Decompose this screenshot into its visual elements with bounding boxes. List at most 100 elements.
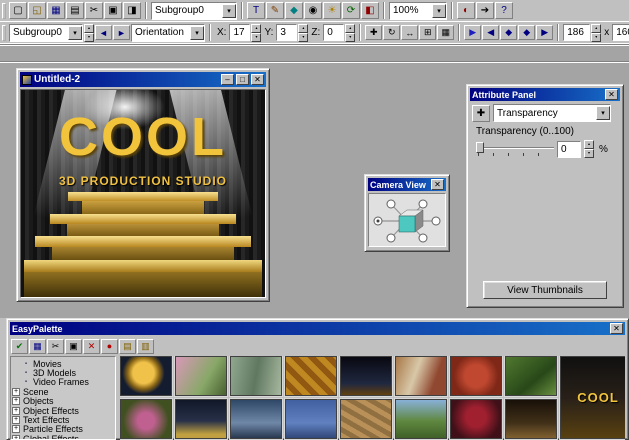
cut-icon[interactable]: ✂ <box>47 338 64 354</box>
fit-window-icon[interactable]: ⊞ <box>419 25 437 40</box>
orientation-combobox[interactable]: Orientation ▾ <box>131 23 205 42</box>
export-icon[interactable]: ➔ <box>476 2 494 19</box>
next-object-icon[interactable]: ► <box>113 25 130 40</box>
spin-down-icon[interactable]: ▾ <box>591 32 602 42</box>
tree-expand-icon[interactable]: ▪ <box>22 369 30 377</box>
thumbnail-night-road[interactable] <box>175 399 227 439</box>
spin-up-icon[interactable]: ▴ <box>345 23 356 33</box>
add-keyframe-icon[interactable]: ◆ <box>500 25 518 40</box>
tree-expand-icon[interactable]: + <box>12 425 20 434</box>
thumbnail-night-city[interactable] <box>340 356 392 396</box>
play-icon[interactable]: ▶ <box>464 25 482 40</box>
y-spinner[interactable]: ▴ ▾ <box>298 23 309 42</box>
thumbnail-bee-flower[interactable] <box>120 399 172 439</box>
spin-up-icon[interactable]: ▴ <box>84 23 94 33</box>
thumbnail-rose[interactable] <box>450 399 502 439</box>
insert-text-icon[interactable]: T <box>247 2 265 19</box>
tree-expand-icon[interactable]: + <box>12 387 20 396</box>
spin-up-icon[interactable]: ▴ <box>584 140 594 149</box>
move-mode-icon[interactable]: ✚ <box>365 25 383 40</box>
close-button[interactable]: ✕ <box>610 323 623 334</box>
tree-item-global-effects[interactable]: + Global Effects <box>12 434 114 439</box>
tree-item-movies[interactable]: ▪ Movies <box>12 359 114 369</box>
thumbnail-pond[interactable] <box>230 356 282 396</box>
chevron-down-icon[interactable]: ▾ <box>190 25 204 40</box>
rotate-mode-icon[interactable]: ↻ <box>383 25 401 40</box>
chevron-down-icon[interactable]: ▾ <box>222 3 236 18</box>
scale-mode-icon[interactable]: ↔ <box>401 25 419 40</box>
tree-expand-icon[interactable]: + <box>12 434 20 439</box>
render-viewport[interactable]: COOL 3D PRODUCTION STUDIO <box>20 89 266 298</box>
copy-icon[interactable]: ▣ <box>104 2 122 19</box>
gallery-icon[interactable]: ▦ <box>29 338 46 354</box>
camera-view-titlebar[interactable]: Camera View ✕ <box>368 178 446 191</box>
tree-expand-icon[interactable]: + <box>12 416 20 425</box>
snap-grid-icon[interactable]: ▦ <box>437 25 455 40</box>
thumbnail-cork[interactable] <box>340 399 392 439</box>
subgroup-spinner[interactable]: ▴ ▾ <box>84 23 94 42</box>
minimize-button[interactable]: – <box>221 74 234 85</box>
thumbnail-blossom[interactable] <box>175 356 227 396</box>
open-icon[interactable]: ◱ <box>28 2 46 19</box>
stereo-glasses-icon[interactable]: ◐ <box>457 2 475 19</box>
spin-down-icon[interactable]: ▾ <box>251 32 262 42</box>
z-input[interactable]: 0 <box>323 24 345 41</box>
zoom-combobox[interactable]: 100% ▾ <box>389 1 447 20</box>
tree-item-objects[interactable]: + Objects <box>12 396 114 406</box>
tree-item-3d-models[interactable]: ▪ 3D Models <box>12 368 114 378</box>
attribute-picker-button[interactable]: ✚ <box>472 104 490 122</box>
thumbnail-magazine[interactable] <box>395 356 447 396</box>
attribute-panel-titlebar[interactable]: Attribute Panel ✕ <box>470 88 620 101</box>
delete-icon[interactable]: ✕ <box>83 338 100 354</box>
spin-down-icon[interactable]: ▾ <box>584 149 594 158</box>
chevron-down-icon[interactable]: ▾ <box>596 106 610 120</box>
keyframe-icon[interactable]: ◆ <box>518 25 536 40</box>
z-spinner[interactable]: ▴ ▾ <box>345 23 356 42</box>
x-spinner[interactable]: ▴ ▾ <box>251 23 262 42</box>
project-height-input[interactable]: 160 <box>612 24 629 41</box>
tree-item-object-effects[interactable]: + Object Effects <box>12 406 114 416</box>
y-input[interactable]: 3 <box>276 24 298 41</box>
thumbnail-foliage[interactable] <box>505 356 557 396</box>
width-spinner[interactable]: ▴ ▾ <box>591 23 602 42</box>
tree-expand-icon[interactable]: + <box>12 406 20 415</box>
light-icon[interactable]: ☀ <box>323 2 341 19</box>
paste-icon[interactable]: ◨ <box>123 2 141 19</box>
x-input[interactable]: 17 <box>229 24 251 41</box>
thumbnail-fruit[interactable] <box>450 356 502 396</box>
tree-item-text-effects[interactable]: + Text Effects <box>12 415 114 425</box>
document-titlebar[interactable]: Untitled-2 – □ ✕ <box>20 72 266 87</box>
cut-icon[interactable]: ✂ <box>85 2 103 19</box>
thumbnail-city-dusk[interactable] <box>230 399 282 439</box>
maximize-button[interactable]: □ <box>236 74 249 85</box>
tree-expand-icon[interactable]: ▪ <box>22 360 30 368</box>
spin-down-icon[interactable]: ▾ <box>345 32 356 42</box>
transparency-spinner[interactable]: ▴ ▾ <box>584 140 594 158</box>
close-button[interactable]: ✕ <box>605 89 618 100</box>
close-button[interactable]: ✕ <box>251 74 264 85</box>
save-icon[interactable]: ▦ <box>47 2 65 19</box>
thumbnail-dark-gold[interactable] <box>505 399 557 439</box>
transparency-value-input[interactable]: 0 <box>557 140 581 158</box>
palette-icon[interactable]: ◧ <box>361 2 379 19</box>
copy-icon[interactable]: ▣ <box>65 338 82 354</box>
new-icon[interactable]: ▢ <box>9 2 27 19</box>
thumbnail-honeycomb[interactable] <box>285 356 337 396</box>
folder-up-icon[interactable]: ▤ <box>119 338 136 354</box>
easypalette-titlebar[interactable]: EasyPalette ✕ <box>10 322 625 335</box>
toolbar-grip[interactable] <box>2 24 6 41</box>
close-button[interactable]: ✕ <box>431 179 444 190</box>
tree-expand-icon[interactable]: ▪ <box>22 378 30 386</box>
refresh-icon[interactable]: ⟳ <box>342 2 360 19</box>
spin-up-icon[interactable]: ▴ <box>251 23 262 33</box>
attribute-combobox[interactable]: Transparency ▾ <box>493 104 611 122</box>
camera-orientation-widget[interactable] <box>370 195 444 245</box>
tree-item-scene[interactable]: + Scene <box>12 387 114 397</box>
help-icon[interactable]: ? <box>495 2 513 19</box>
view-thumbnails-button[interactable]: View Thumbnails <box>483 281 607 299</box>
thumbnail-globe[interactable] <box>120 356 172 396</box>
print-icon[interactable]: ▤ <box>66 2 84 19</box>
spin-up-icon[interactable]: ▴ <box>298 23 309 33</box>
tree-item-particle-effects[interactable]: + Particle Effects <box>12 424 114 434</box>
chevron-down-icon[interactable]: ▾ <box>68 25 82 40</box>
